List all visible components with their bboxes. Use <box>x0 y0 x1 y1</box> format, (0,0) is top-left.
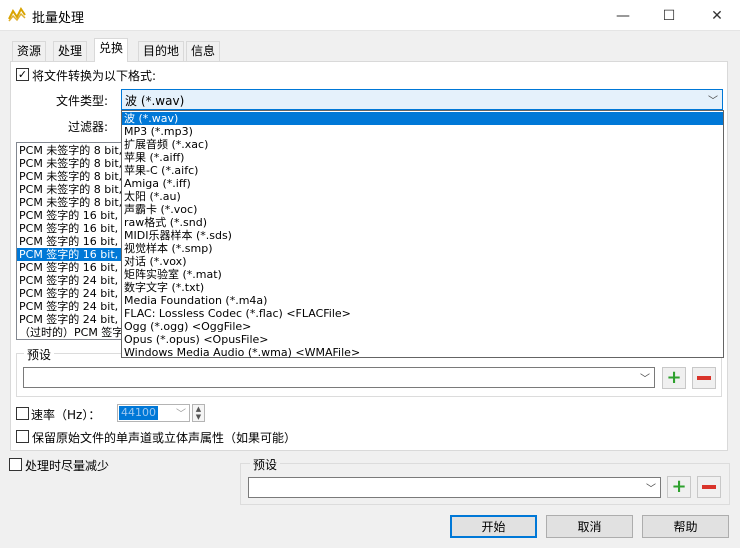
dropdown-item[interactable]: 矩阵实验室 (*.mat) <box>122 268 723 281</box>
dropdown-item[interactable]: 太阳 (*.au) <box>122 190 723 203</box>
help-button[interactable]: 帮助 <box>642 515 729 538</box>
convert-checkbox-label: 将文件转换为以下格式: <box>32 69 157 83</box>
rate-checkbox[interactable] <box>16 407 29 420</box>
file-type-value: 波 (*.wav) <box>125 94 185 108</box>
keep-channels-label: 保留原始文件的单声道或立体声属性（如果可能） <box>32 431 297 445</box>
tab-process[interactable]: 处理 <box>53 41 88 61</box>
cancel-button[interactable]: 取消 <box>546 515 633 538</box>
dropdown-item[interactable]: Ogg (*.ogg) <OggFile> <box>122 320 723 333</box>
minimize-button[interactable]: — <box>600 0 646 31</box>
dropdown-item[interactable]: Media Foundation (*.m4a) <box>122 294 723 307</box>
format-list-item[interactable]: PCM 签字的 16 bit, 8 <box>17 209 123 222</box>
dropdown-item[interactable]: MP3 (*.mp3) <box>122 125 723 138</box>
plus-icon: + <box>671 476 687 497</box>
keep-channels-checkbox[interactable] <box>16 430 29 443</box>
minimize-checkbox[interactable] <box>9 458 22 471</box>
dropdown-item[interactable]: Windows Media Audio (*.wma) <WMAFile> <box>122 346 723 359</box>
dropdown-item[interactable]: 苹果 (*.aiff) <box>122 151 723 164</box>
bottom-remove-preset-button[interactable] <box>697 476 721 498</box>
close-button[interactable]: ✕ <box>694 0 740 31</box>
filter-label: 过滤器: <box>68 120 109 134</box>
format-list-item[interactable]: PCM 签字的 16 bit, 3 <box>17 248 123 261</box>
bottom-preset-combo[interactable]: ﹀ <box>248 477 661 498</box>
format-list-item[interactable]: PCM 签字的 24 bit, 8 <box>17 274 123 287</box>
dropdown-item[interactable]: 波 (*.wav) <box>122 112 723 125</box>
dropdown-item[interactable]: 声霸卡 (*.voc) <box>122 203 723 216</box>
chevron-down-icon: ﹀ <box>640 374 650 385</box>
dropdown-item[interactable]: MIDI乐器样本 (*.sds) <box>122 229 723 242</box>
app-icon <box>8 7 26 22</box>
start-button[interactable]: 开始 <box>450 515 537 538</box>
window-title: 批量处理 <box>32 11 85 26</box>
dropdown-item[interactable]: 数字文字 (*.txt) <box>122 281 723 294</box>
minimize-label: 处理时尽量减少 <box>25 459 110 473</box>
format-list-item[interactable]: PCM 未签字的 8 bit, 8 <box>17 144 123 157</box>
tab-destination[interactable]: 目的地 <box>138 41 185 61</box>
preset-label: 预设 <box>24 346 55 363</box>
dropdown-item[interactable]: Amiga (*.iff) <box>122 177 723 190</box>
format-list-item[interactable]: PCM 未签字的 8 bit, 4 <box>17 183 123 196</box>
maximize-button[interactable]: ☐ <box>646 0 692 31</box>
convert-checkbox[interactable]: ✓ <box>16 68 29 81</box>
file-type-dropdown[interactable]: 波 (*.wav) MP3 (*.mp3) 扩展音频 (*.xac) 苹果 (*.ai… <box>121 110 724 359</box>
format-list-item[interactable]: PCM 签字的 16 bit, 4 <box>17 235 123 248</box>
plus-icon: + <box>666 367 682 388</box>
tab-convert[interactable]: 兑换 <box>94 38 129 62</box>
rate-value: 44100 <box>119 406 158 420</box>
bottom-add-preset-button[interactable]: + <box>667 476 691 498</box>
format-list-item[interactable]: PCM 未签字的 8 bit, 2 <box>17 170 123 183</box>
file-type-label: 文件类型: <box>56 94 109 108</box>
dropdown-item[interactable]: 视觉样本 (*.smp) <box>122 242 723 255</box>
tab-source[interactable]: 资源 <box>12 41 47 61</box>
format-list-item[interactable]: PCM 签字的 16 bit, 6 <box>17 222 123 235</box>
dropdown-item[interactable]: 扩展音频 (*.xac) <box>122 138 723 151</box>
chevron-down-icon: ﹀ <box>646 484 656 495</box>
format-list-item[interactable]: PCM 签字的 24 bit, 3 <box>17 313 123 326</box>
dropdown-item[interactable]: raw格式 (*.snd) <box>122 216 723 229</box>
remove-preset-button[interactable] <box>692 367 716 389</box>
bottom-preset-label: 预设 <box>250 456 281 473</box>
add-preset-button[interactable]: + <box>662 367 686 389</box>
minus-icon <box>702 485 716 489</box>
rate-input[interactable]: 44100 ﹀ <box>117 404 190 422</box>
format-list-item[interactable]: PCM 签字的 24 bit, 4 <box>17 300 123 313</box>
format-list-item[interactable]: PCM 未签字的 8 bit, 1 <box>17 157 123 170</box>
tab-info[interactable]: 信息 <box>186 41 221 61</box>
file-type-combo[interactable]: 波 (*.wav) ﹀ <box>121 89 723 110</box>
dropdown-item[interactable]: 苹果-C (*.aifc) <box>122 164 723 177</box>
rate-label: 速率（Hz）： <box>31 408 101 422</box>
chevron-down-icon: ﹀ <box>176 409 186 420</box>
rate-spinner[interactable]: ▲ ▼ <box>192 404 205 422</box>
title-bar: 批量处理 — ☐ ✕ <box>0 0 740 31</box>
preset-combo[interactable]: ﹀ <box>23 367 655 388</box>
format-list[interactable]: PCM 未签字的 8 bit, 8 PCM 未签字的 8 bit, 1 PCM 未签… <box>16 142 124 340</box>
minus-icon <box>697 376 711 380</box>
format-list-item[interactable]: （过时的）PCM 签字 <box>17 326 123 339</box>
format-list-item[interactable]: PCM 签字的 24 bit, 6 <box>17 287 123 300</box>
chevron-down-icon: ﹀ <box>708 96 718 107</box>
format-list-item[interactable]: PCM 未签字的 8 bit, 4 <box>17 196 123 209</box>
format-list-item[interactable]: PCM 签字的 16 bit, 单 <box>17 261 123 274</box>
dropdown-item[interactable]: Opus (*.opus) <OpusFile> <box>122 333 723 346</box>
dropdown-item[interactable]: 对话 (*.vox) <box>122 255 723 268</box>
dropdown-item[interactable]: FLAC: Lossless Codec (*.flac) <FLACFile> <box>122 307 723 320</box>
